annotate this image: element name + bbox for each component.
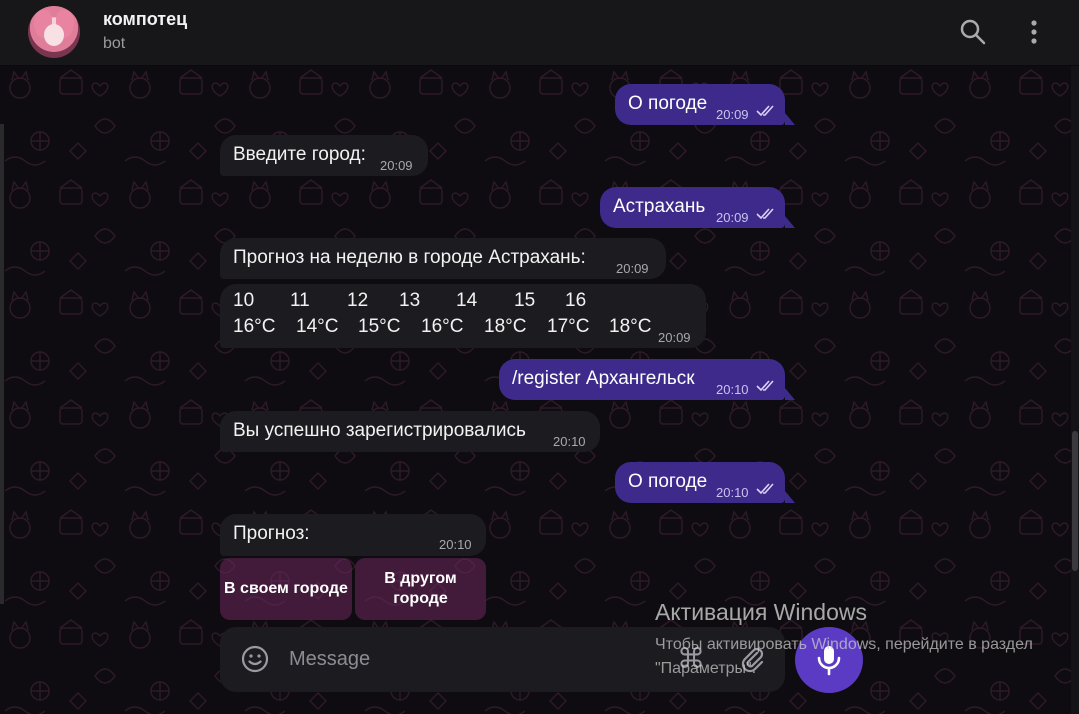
message-text: О погоде bbox=[628, 471, 708, 492]
chat-title[interactable]: компотец bbox=[103, 9, 187, 30]
message-time: 20:10 bbox=[439, 537, 472, 552]
message-text: О погоде bbox=[628, 93, 708, 114]
forecast-temp: 17°C bbox=[547, 316, 590, 337]
message-incoming[interactable]: Вы успешно зарегистрировались 20:10 bbox=[220, 411, 600, 452]
forecast-day: 13 bbox=[399, 290, 421, 311]
search-icon[interactable] bbox=[957, 16, 989, 48]
forecast-day: 16 bbox=[565, 290, 587, 311]
message-time: 20:09 bbox=[616, 261, 649, 276]
city-own-button[interactable]: В своем городе bbox=[220, 558, 352, 620]
bot-avatar[interactable] bbox=[28, 6, 80, 58]
message-time: 20:09 bbox=[380, 158, 413, 173]
forecast-temp: 15°C bbox=[358, 316, 401, 337]
message-time: 20:09 bbox=[716, 107, 749, 122]
message-time: 20:10 bbox=[553, 434, 586, 449]
message-text: Вы успешно зарегистрировались bbox=[233, 420, 526, 441]
forecast-temp: 16°C bbox=[421, 316, 464, 337]
message-time: 20:09 bbox=[716, 210, 749, 225]
forecast-temp: 16°C bbox=[233, 316, 276, 337]
message-outgoing[interactable]: Астрахань 20:09 bbox=[600, 187, 785, 228]
message-outgoing[interactable]: О погоде 20:09 bbox=[615, 84, 785, 125]
read-ticks-icon bbox=[756, 483, 774, 495]
read-ticks-icon bbox=[756, 105, 774, 117]
forecast-day: 10 bbox=[233, 290, 255, 311]
read-ticks-icon bbox=[756, 380, 774, 392]
chat-header: компотец bot bbox=[0, 0, 1079, 66]
message-incoming[interactable]: Прогноз: 20:10 bbox=[220, 514, 486, 556]
message-text: Прогноз: bbox=[233, 523, 310, 544]
forecast-temp: 18°C bbox=[484, 316, 527, 337]
city-other-button[interactable]: В другом городе bbox=[355, 558, 486, 620]
message-incoming[interactable]: Введите город: 20:09 bbox=[220, 135, 428, 176]
forecast-day: 11 bbox=[290, 290, 310, 311]
message-outgoing[interactable]: О погоде 20:10 bbox=[615, 462, 785, 503]
read-ticks-icon bbox=[756, 208, 774, 220]
emoji-icon[interactable] bbox=[240, 644, 270, 674]
chat-subtitle: bot bbox=[103, 35, 126, 52]
forecast-day: 14 bbox=[456, 290, 478, 311]
message-outgoing[interactable]: /register Архангельск 20:10 bbox=[499, 359, 785, 400]
more-options-icon[interactable] bbox=[1018, 16, 1050, 48]
message-time: 20:09 bbox=[658, 330, 691, 345]
left-edge-bar bbox=[0, 124, 4, 604]
forecast-temp: 14°C bbox=[296, 316, 339, 337]
message-time: 20:10 bbox=[716, 485, 749, 500]
forecast-temp: 18°C bbox=[609, 316, 652, 337]
forecast-day: 12 bbox=[347, 290, 369, 311]
message-text: /register Архангельск bbox=[512, 368, 695, 389]
message-text: Прогноз на неделю в городе Астрахань: bbox=[233, 247, 586, 268]
message-time: 20:10 bbox=[716, 382, 749, 397]
windows-activation-title: Активация Windows bbox=[655, 599, 867, 625]
forecast-day: 15 bbox=[514, 290, 536, 311]
scrollbar-thumb[interactable] bbox=[1072, 431, 1078, 571]
message-text: Астрахань bbox=[613, 196, 706, 217]
message-text: Введите город: bbox=[233, 144, 366, 165]
message-incoming[interactable]: Прогноз на неделю в городе Астрахань: 20… bbox=[220, 238, 666, 279]
message-input[interactable]: Message bbox=[289, 648, 370, 671]
scrollbar[interactable] bbox=[1071, 66, 1079, 714]
windows-activation-text: Чтобы активировать Windows, перейдите в … bbox=[655, 636, 1033, 677]
